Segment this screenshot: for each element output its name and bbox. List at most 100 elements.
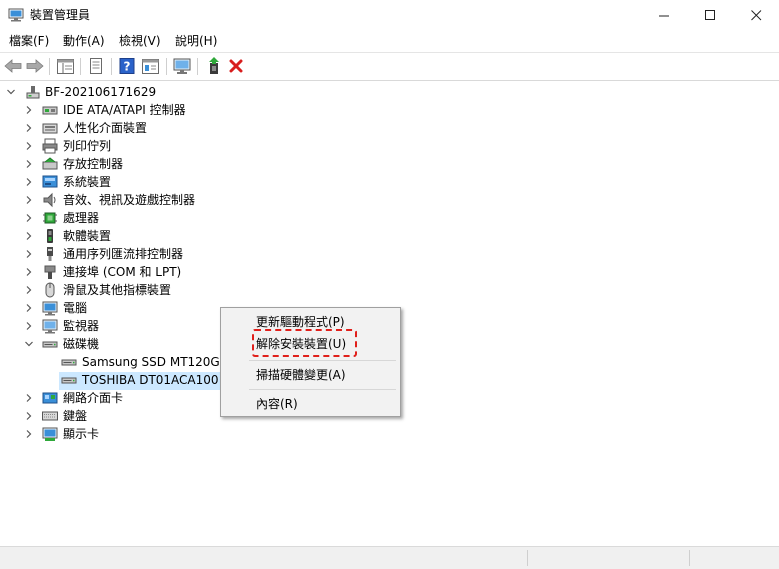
storage-controller-icon <box>42 157 58 170</box>
console-tree-icon <box>56 58 74 74</box>
tree-item-keyboards[interactable]: 鍵盤 <box>0 407 220 425</box>
chevron-right-icon[interactable] <box>24 123 34 133</box>
update-driver-icon <box>209 57 219 74</box>
context-menu-scan-hardware[interactable]: 掃描硬體變更(A) <box>222 364 399 386</box>
ide-controller-icon <box>42 106 58 115</box>
tree-item-label: 人性化介面裝置 <box>63 121 148 135</box>
chevron-right-icon[interactable] <box>24 267 34 277</box>
forward-button[interactable] <box>25 56 45 76</box>
forward-arrow-icon <box>26 59 44 73</box>
tree-item-label: 通用序列匯流排控制器 <box>63 247 184 261</box>
minimize-icon <box>658 15 669 16</box>
software-device-icon <box>47 229 53 243</box>
context-menu-item-label: 掃描硬體變更(A) <box>256 368 346 382</box>
uninstall-highlight-box <box>252 329 357 357</box>
menu-file[interactable]: 檔案(F) <box>9 33 49 49</box>
toolbar-separator <box>197 58 198 75</box>
processor-icon <box>43 212 57 224</box>
toolbar: ? <box>0 53 779 81</box>
system-device-icon <box>42 175 58 188</box>
chevron-right-icon[interactable] <box>24 285 34 295</box>
chevron-right-icon[interactable] <box>24 303 34 313</box>
tree-item-category[interactable]: 處理器 <box>0 209 779 227</box>
tree-item-category[interactable]: 軟體裝置 <box>0 227 779 245</box>
chevron-right-icon[interactable] <box>24 105 34 115</box>
context-menu-item-label: 更新驅動程式(P) <box>256 315 345 329</box>
tree-item-category[interactable]: 音效、視訊及遊戲控制器 <box>0 191 779 209</box>
tree-item-label: 鍵盤 <box>63 409 88 423</box>
update-driver-button[interactable] <box>204 56 224 76</box>
tree-item-label: 顯示卡 <box>63 427 100 441</box>
close-button[interactable] <box>733 0 779 30</box>
network-adapter-icon <box>42 392 58 404</box>
chevron-right-icon[interactable] <box>24 141 34 151</box>
display-adapter-icon <box>42 427 58 441</box>
tree-item-category[interactable]: IDE ATA/ATAPI 控制器 <box>0 101 779 119</box>
tree-item-label: 電腦 <box>63 301 88 315</box>
toolbar-separator <box>166 58 167 75</box>
uninstall-x-icon <box>229 59 243 73</box>
tree-root-label: BF-202106171629 <box>45 85 157 99</box>
chevron-right-icon[interactable] <box>24 177 34 187</box>
tree-item-network-adapters[interactable]: 網路介面卡 <box>0 389 220 407</box>
maximize-button[interactable] <box>687 0 733 30</box>
back-button[interactable] <box>3 56 23 76</box>
chevron-right-icon[interactable] <box>24 231 34 241</box>
monitor-scan-icon <box>173 58 191 74</box>
tree-item-label: IDE ATA/ATAPI 控制器 <box>63 103 186 117</box>
menu-action[interactable]: 動作(A) <box>63 33 105 49</box>
menu-help[interactable]: 說明(H) <box>175 33 217 49</box>
context-menu-separator <box>249 360 396 361</box>
minimize-button[interactable] <box>641 0 687 30</box>
computer-root-icon <box>26 86 40 99</box>
tree-root[interactable]: BF-202106171629 <box>0 83 779 101</box>
back-arrow-icon <box>4 59 22 73</box>
tree-item-display-adapters[interactable]: 顯示卡 <box>0 425 220 443</box>
chevron-down-icon[interactable] <box>24 339 34 349</box>
port-icon <box>44 265 56 279</box>
chevron-right-icon[interactable] <box>24 321 34 331</box>
help-button[interactable]: ? <box>117 56 137 76</box>
scan-hardware-button[interactable] <box>172 56 192 76</box>
chevron-right-icon[interactable] <box>24 393 34 403</box>
audio-icon <box>43 192 56 208</box>
menu-bar: 檔案(F) 動作(A) 檢視(V) 說明(H) <box>0 30 779 53</box>
title-bar: 裝置管理員 <box>0 0 779 30</box>
chevron-down-icon[interactable] <box>6 87 16 97</box>
tree-item-label: 音效、視訊及遊戲控制器 <box>63 193 196 207</box>
print-queue-icon <box>42 138 58 154</box>
disk-drive-icon <box>61 377 77 384</box>
context-menu-properties[interactable]: 內容(R) <box>222 393 399 415</box>
toolbar-separator <box>49 58 50 75</box>
tree-item-category[interactable]: 人性化介面裝置 <box>0 119 779 137</box>
action-view-button[interactable] <box>140 56 160 76</box>
tree-item-label: 網路介面卡 <box>63 391 124 405</box>
show-hide-console-button[interactable] <box>55 56 75 76</box>
tree-item-category[interactable]: 存放控制器 <box>0 155 779 173</box>
status-separator <box>527 550 528 566</box>
tree-item-label: 系統裝置 <box>63 175 112 189</box>
context-menu-item-label: 內容(R) <box>256 397 298 411</box>
chevron-right-icon[interactable] <box>24 249 34 259</box>
chevron-right-icon[interactable] <box>24 195 34 205</box>
tree-item-category[interactable]: 列印佇列 <box>0 137 779 155</box>
chevron-right-icon[interactable] <box>24 213 34 223</box>
window-title: 裝置管理員 <box>30 8 91 22</box>
status-bar <box>0 546 779 569</box>
menu-view[interactable]: 檢視(V) <box>119 33 161 49</box>
chevron-right-icon[interactable] <box>24 429 34 439</box>
tree-item-category[interactable]: 滑鼠及其他指標裝置 <box>0 281 779 299</box>
toolbar-separator <box>111 58 112 75</box>
tree-item-label: 監視器 <box>63 319 100 333</box>
properties-button[interactable] <box>86 56 106 76</box>
chevron-right-icon[interactable] <box>24 411 34 421</box>
hid-icon <box>42 123 58 134</box>
uninstall-button[interactable] <box>226 56 246 76</box>
tree-item-category[interactable]: 通用序列匯流排控制器 <box>0 245 779 263</box>
help-icon: ? <box>119 58 135 74</box>
device-manager-app-icon <box>8 8 24 22</box>
tree-item-category[interactable]: 系統裝置 <box>0 173 779 191</box>
chevron-right-icon[interactable] <box>24 159 34 169</box>
disk-drive-icon <box>42 341 58 348</box>
tree-item-category[interactable]: 連接埠 (COM 和 LPT) <box>0 263 779 281</box>
